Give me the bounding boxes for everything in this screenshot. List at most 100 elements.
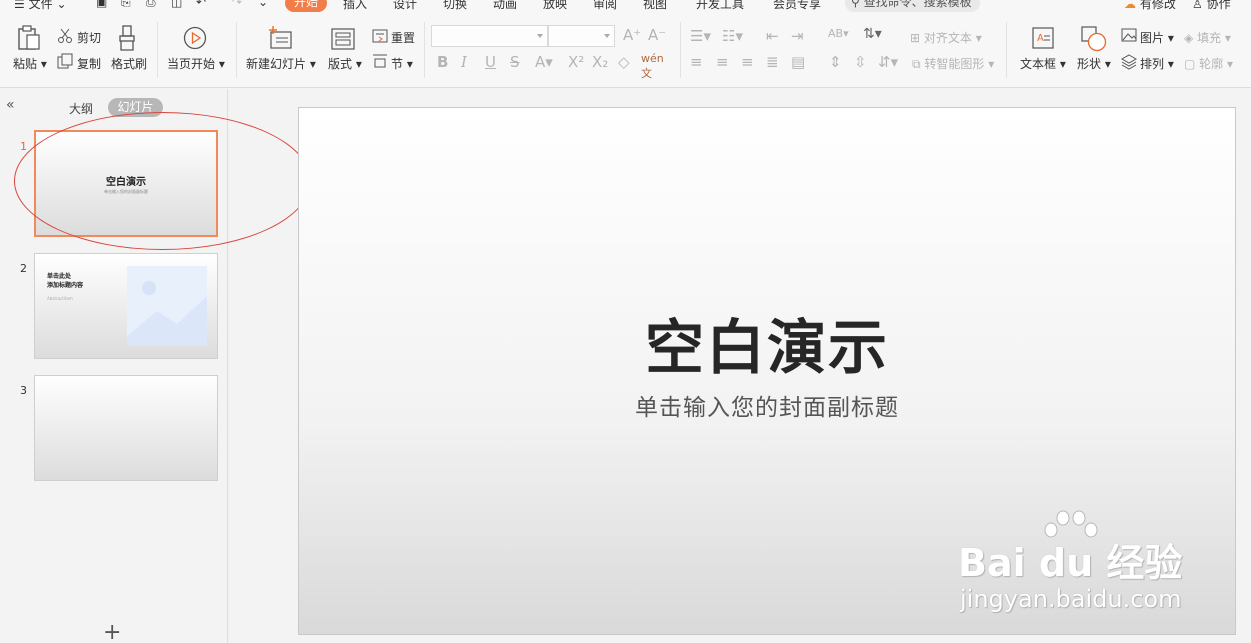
align-right-icon[interactable]: ≡ [741, 53, 754, 71]
layout-icon[interactable] [331, 28, 355, 50]
section-button[interactable]: 节 ▾ [391, 55, 413, 72]
slide-thumbnail-3[interactable] [34, 375, 218, 481]
arrange-button[interactable]: 排列 ▾ [1140, 55, 1174, 72]
file-menu[interactable]: ☰ 文件 ⌄ [14, 0, 67, 12]
decrease-font-icon[interactable]: A⁻ [648, 26, 666, 44]
increase-font-icon[interactable]: A⁺ [623, 26, 641, 44]
indent-icon[interactable]: ⇥ [791, 27, 804, 45]
svg-text:A: A [1037, 33, 1044, 44]
tab-review[interactable]: 审阅 [593, 0, 617, 12]
annotation-ellipse [14, 112, 311, 250]
undo-icon[interactable]: ↶ [196, 0, 206, 9]
paste-button[interactable]: 粘贴 ▾ [13, 55, 47, 72]
thumb-title: 单击此处 添加标题内容 [47, 273, 84, 289]
vertical-align-icon[interactable]: ⇳ [854, 53, 867, 71]
tab-developer[interactable]: 开发工具 [696, 0, 744, 12]
image-placeholder [127, 266, 207, 346]
fill-bucket-icon: ◈ [1184, 31, 1194, 45]
bold-icon[interactable]: B [437, 53, 448, 71]
paste-icon[interactable] [17, 25, 41, 51]
save-icon[interactable]: ▣ [96, 0, 107, 9]
outdent-icon[interactable]: ⇤ [766, 27, 779, 45]
slide-title[interactable]: 空白演示 [299, 300, 1235, 385]
quick-access-more-icon[interactable]: ⌄ [258, 0, 268, 9]
cloud-icon: ☁ [1124, 0, 1136, 11]
thumb-subtitle: Abstractitem [47, 296, 73, 301]
preview-icon[interactable]: ◫ [171, 0, 182, 9]
collab-button[interactable]: ♙ 协作 [1192, 0, 1231, 12]
ribbon: 粘贴 ▾ 剪切 复制 格式刷 当页开始 ▾ 新建幻灯片 ▾ 版式 ▾ 重置 节 … [0, 12, 1251, 88]
para-spacing-icon[interactable]: ⇕ [829, 53, 842, 71]
subscript-icon[interactable]: X₂ [592, 53, 608, 71]
shape-icon[interactable] [1081, 26, 1107, 52]
smart-graphic-button[interactable]: ⧉ 转智能图形 ▾ [912, 55, 994, 72]
tab-outline[interactable]: 大纲 [69, 100, 93, 117]
slide-thumbnail-2[interactable]: 单击此处 添加标题内容 Abstractitem [34, 253, 218, 359]
picture-button[interactable]: 图片 ▾ [1140, 29, 1174, 46]
tab-view[interactable]: 视图 [643, 0, 667, 12]
bullets-icon[interactable]: ☰▾ [690, 27, 711, 45]
search-icon: ⚲ [851, 0, 860, 9]
scissors-icon [57, 28, 73, 44]
distribute-icon[interactable]: ▤ [791, 53, 805, 71]
print-icon[interactable]: ⎙ [146, 0, 156, 10]
underline-icon[interactable]: U [485, 53, 496, 71]
align-center-icon[interactable]: ≡ [716, 53, 729, 71]
format-painter-icon[interactable] [117, 25, 139, 51]
watermark-brand: Bai du 经验 [958, 541, 1183, 585]
tab-slideshow[interactable]: 放映 [543, 0, 567, 12]
user-icon: ♙ [1192, 0, 1203, 11]
menu-bar: ☰ 文件 ⌄ ▣ ⎘ ⎙ ◫ ↶ ↷ ⌄ 开始 插入 设计 切换 动画 放映 审… [0, 0, 1251, 12]
add-slide-button[interactable]: + [103, 622, 121, 643]
new-slide-icon[interactable] [268, 26, 294, 50]
outline-icon: ▢ [1184, 57, 1196, 71]
unsaved-indicator[interactable]: ☁ 有修改 [1124, 0, 1176, 12]
font-color-icon[interactable]: A▾ [535, 53, 553, 71]
italic-icon[interactable]: I [461, 53, 467, 71]
align-left-icon[interactable]: ≡ [690, 53, 703, 71]
numbering-icon[interactable]: ☷▾ [722, 27, 743, 45]
font-name-combo[interactable] [431, 25, 548, 47]
cut-button[interactable]: 剪切 [77, 29, 101, 46]
chevron-down-icon [537, 34, 543, 38]
redo-icon[interactable]: ↷ [232, 0, 242, 9]
line-spacing-sort-icon[interactable]: ⇅▾ [863, 26, 882, 42]
layout-button[interactable]: 版式 ▾ [328, 55, 362, 72]
tab-home[interactable]: 开始 [285, 0, 327, 12]
tab-transitions[interactable]: 切换 [443, 0, 467, 12]
chevron-down-icon: ⌄ [56, 0, 67, 11]
slide-subtitle[interactable]: 单击输入您的封面副标题 [299, 388, 1235, 422]
format-painter-button[interactable]: 格式刷 [111, 55, 147, 72]
line-spacing-icon[interactable]: ⇵▾ [878, 53, 898, 71]
align-text-icon: ⊞ [910, 31, 921, 45]
eraser-icon[interactable]: ◇ [618, 53, 630, 71]
tab-member[interactable]: 会员专享 [773, 0, 821, 12]
reset-button[interactable]: 重置 [391, 29, 415, 46]
arrange-icon [1121, 54, 1137, 70]
strikethrough-icon[interactable]: S [510, 53, 520, 71]
copy-button[interactable]: 复制 [77, 55, 101, 72]
tab-design[interactable]: 设计 [393, 0, 417, 12]
pinyin-icon[interactable]: wén 文 [641, 52, 664, 81]
justify-icon[interactable]: ≣ [766, 53, 779, 71]
picture-icon [1121, 28, 1137, 42]
superscript-icon[interactable]: X² [568, 53, 584, 71]
play-from-current-button[interactable]: 当页开始 ▾ [167, 55, 225, 72]
shape-button[interactable]: 形状 ▾ [1077, 55, 1111, 72]
text-box-icon[interactable]: A [1031, 26, 1055, 50]
fill-button[interactable]: ◈ 填充 ▾ [1184, 29, 1231, 46]
command-search[interactable]: ⚲ 查找命令、搜索模板 [845, 0, 980, 12]
text-direction-icon[interactable]: AB▾ [828, 27, 849, 40]
align-text-button[interactable]: ⊞ 对齐文本 ▾ [910, 29, 982, 46]
tab-animations[interactable]: 动画 [493, 0, 517, 12]
tab-insert[interactable]: 插入 [343, 0, 367, 12]
export-icon[interactable]: ⎘ [121, 0, 131, 10]
font-size-combo[interactable] [548, 25, 615, 47]
outline-button[interactable]: ▢ 轮廓 ▾ [1184, 55, 1233, 72]
reset-icon [372, 28, 388, 44]
watermark-site: jingyan.baidu.com [960, 585, 1182, 613]
new-slide-button[interactable]: 新建幻灯片 ▾ [246, 55, 316, 72]
collapse-pane-icon[interactable]: « [6, 97, 15, 113]
text-box-button[interactable]: 文本框 ▾ [1020, 55, 1066, 72]
play-icon[interactable] [183, 26, 207, 50]
